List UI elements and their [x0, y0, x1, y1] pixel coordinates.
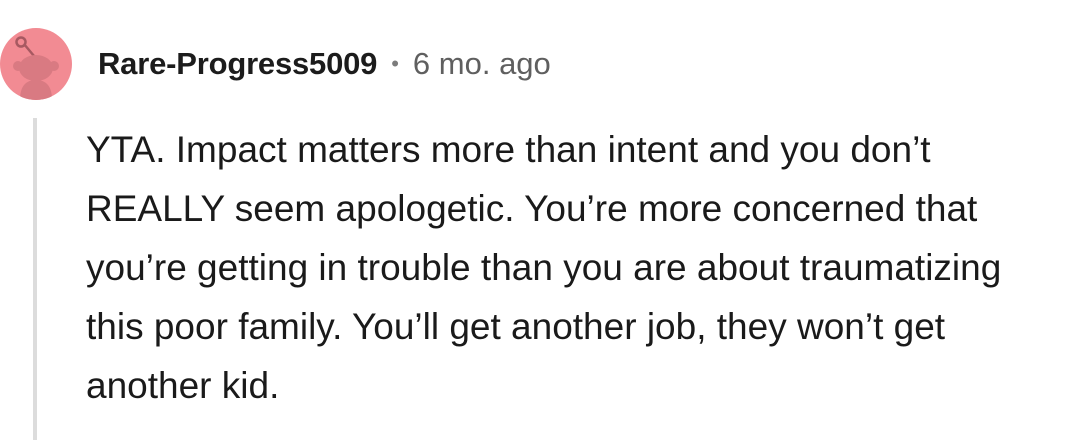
username-link[interactable]: Rare-Progress5009: [98, 46, 377, 82]
comment: Rare-Progress5009 • 6 mo. ago YTA. Impac…: [0, 0, 1080, 440]
snoo-avatar-icon: [13, 36, 59, 100]
avatar[interactable]: [0, 28, 72, 100]
comment-body: YTA. Impact matters more than intent and…: [86, 129, 1002, 406]
meta-separator: •: [391, 51, 399, 76]
comment-header: Rare-Progress5009 • 6 mo. ago: [98, 42, 551, 86]
thread-collapse-line[interactable]: [33, 118, 37, 440]
comment-timestamp[interactable]: 6 mo. ago: [413, 46, 551, 82]
